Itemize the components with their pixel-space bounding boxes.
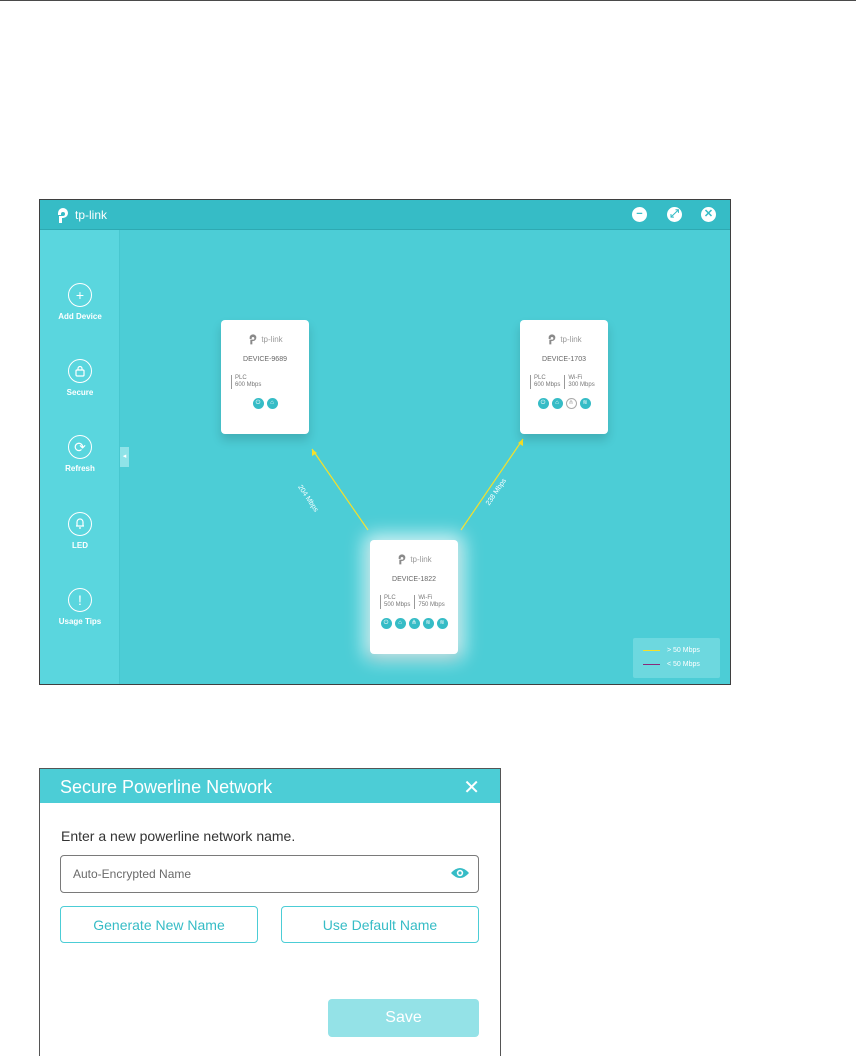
spec-label: PLC <box>384 595 396 601</box>
spec-plc: PLC 600 Mbps <box>231 375 261 389</box>
dialog-header: Secure Powerline Network ✕ <box>40 769 500 803</box>
save-button[interactable]: Save <box>328 999 479 1037</box>
page-top-rule <box>0 0 856 1</box>
home-icon[interactable]: ⌂ <box>551 398 563 409</box>
wifi-icon[interactable]: ≋ <box>436 618 448 629</box>
device-logo: tp-link <box>520 332 608 346</box>
dialog-prompt: Enter a new powerline network name. <box>61 828 296 844</box>
device-logo: tp-link <box>221 332 309 346</box>
use-default-name-button[interactable]: Use Default Name <box>281 906 479 943</box>
network-icon[interactable]: ⋔ <box>565 398 577 409</box>
spec-value: 300 Mbps <box>568 382 595 388</box>
legend-line-fast <box>643 650 660 651</box>
tpconnect-window: tp-link − ⤢ ✕ + Add Device Secure ⟳ Refr… <box>39 199 731 685</box>
home-icon[interactable]: ⌂ <box>394 618 406 629</box>
spec-value: 750 Mbps <box>418 602 445 608</box>
device-name: DEVICE-9689 <box>243 356 287 363</box>
network-icon[interactable]: ⋔ <box>408 618 420 629</box>
tp-link-logo-icon <box>249 334 257 345</box>
home-icon[interactable]: ⌂ <box>266 398 278 409</box>
wifi-icon[interactable]: ≋ <box>422 618 434 629</box>
legend-line-slow <box>643 664 660 665</box>
legend-row-slow: < 50 Mbps <box>643 661 700 668</box>
wifi-icon[interactable]: ≋ <box>579 398 591 409</box>
spec-plc: PLC 500 Mbps <box>380 595 410 609</box>
dialog-title: Secure Powerline Network <box>60 777 273 797</box>
secure-powerline-dialog: Secure Powerline Network ✕ Enter a new p… <box>39 768 501 1056</box>
device-card-1703[interactable]: tp-link DEVICE-1703 PLC 600 Mbps Wi-Fi 3… <box>520 320 608 434</box>
spec-wifi: Wi-Fi 750 Mbps <box>414 595 445 609</box>
device-card-9689[interactable]: tp-link DEVICE-9689 PLC 600 Mbps ⏻ ⌂ <box>221 320 309 434</box>
legend-label: < 50 Mbps <box>667 661 700 668</box>
device-name: DEVICE-1822 <box>392 576 436 583</box>
speed-legend: > 50 Mbps < 50 Mbps <box>633 638 720 678</box>
link-line-1703 <box>460 438 524 531</box>
legend-row-fast: > 50 Mbps <box>643 647 700 654</box>
spec-label: PLC <box>235 375 247 381</box>
spec-plc: PLC 600 Mbps <box>530 375 560 389</box>
network-name-input[interactable] <box>60 855 479 893</box>
device-specs: PLC 600 Mbps <box>221 375 309 389</box>
spec-label: Wi-Fi <box>568 375 583 381</box>
power-icon[interactable]: ⏻ <box>252 398 264 409</box>
legend-label: > 50 Mbps <box>667 647 700 654</box>
device-name: DEVICE-1703 <box>542 356 586 363</box>
tp-link-logo-icon <box>398 554 406 565</box>
link-line-9689 <box>311 448 369 531</box>
close-icon[interactable]: ✕ <box>463 775 480 800</box>
spec-value: 600 Mbps <box>534 382 561 388</box>
generate-new-name-button[interactable]: Generate New Name <box>60 906 258 943</box>
tp-link-logo-icon <box>548 334 556 345</box>
device-card-1822[interactable]: tp-link DEVICE-1822 PLC 500 Mbps Wi-Fi 7… <box>370 540 458 654</box>
power-icon[interactable]: ⏻ <box>380 618 392 629</box>
device-brand: tp-link <box>560 334 582 344</box>
spec-value: 600 Mbps <box>235 382 262 388</box>
power-icon[interactable]: ⏻ <box>537 398 549 409</box>
spec-label: PLC <box>534 375 546 381</box>
device-controls: ⏻ ⌂ ⋔ ≋ ≋ <box>370 618 458 629</box>
eye-icon[interactable] <box>450 866 470 880</box>
device-controls: ⏻ ⌂ <box>221 398 309 409</box>
spec-label: Wi-Fi <box>418 595 433 601</box>
device-brand: tp-link <box>410 554 432 564</box>
device-brand: tp-link <box>261 334 283 344</box>
spec-wifi: Wi-Fi 300 Mbps <box>564 375 595 389</box>
spec-value: 500 Mbps <box>384 602 411 608</box>
device-specs: PLC 600 Mbps Wi-Fi 300 Mbps <box>520 375 608 389</box>
device-logo: tp-link <box>370 552 458 566</box>
device-specs: PLC 500 Mbps Wi-Fi 750 Mbps <box>370 595 458 609</box>
device-controls: ⏻ ⌂ ⋔ ≋ <box>520 398 608 409</box>
